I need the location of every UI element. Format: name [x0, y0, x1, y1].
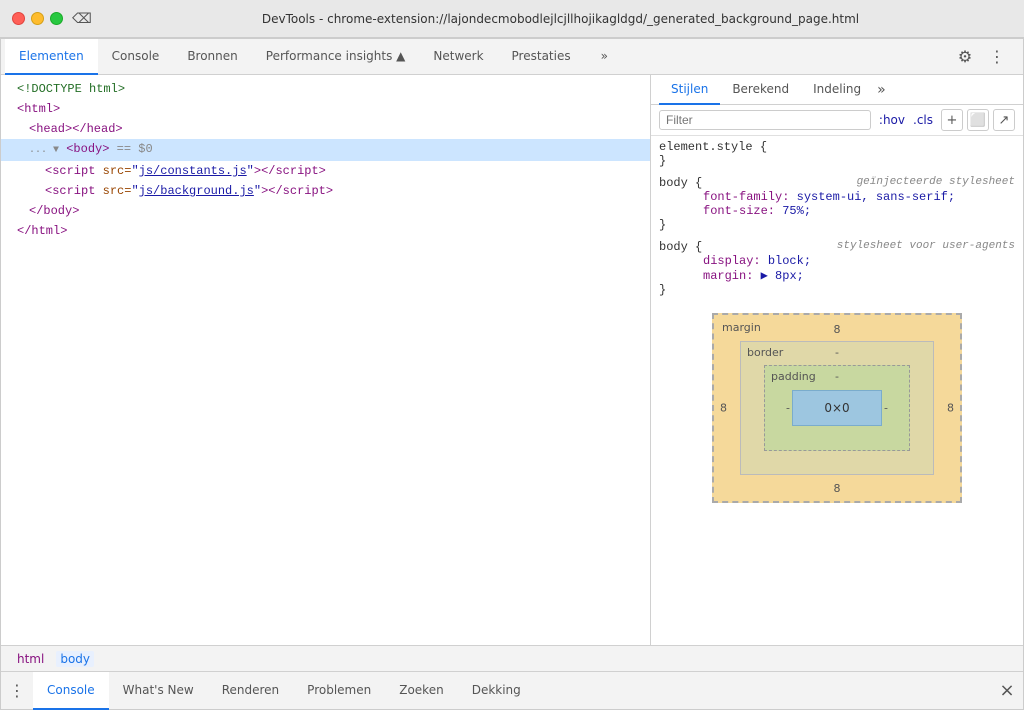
- top-tab-bar: Elementen Console Bronnen Performance in…: [1, 39, 1023, 75]
- bottom-menu-icon[interactable]: ⋮: [1, 672, 33, 710]
- margin-bottom-value: 8: [834, 482, 841, 495]
- css-property: margin:: [687, 269, 753, 283]
- hov-pseudo-button[interactable]: :hov: [879, 113, 905, 127]
- window-title: DevTools - chrome-extension://lajondecmo…: [109, 12, 1012, 26]
- bottom-panel: ⋮ Console What's New Renderen Problemen …: [1, 671, 1023, 709]
- css-selector: body {: [659, 240, 702, 254]
- dom-line: <script src="js/constants.js"></script>: [1, 161, 650, 181]
- tab-elementen[interactable]: Elementen: [5, 39, 98, 75]
- breadcrumb-body[interactable]: body: [56, 651, 94, 667]
- tab-console-bottom[interactable]: Console: [33, 672, 109, 710]
- tab-whats-new[interactable]: What's New: [109, 672, 208, 710]
- dom-line: <!DOCTYPE html>: [1, 79, 650, 99]
- tab-netwerk[interactable]: Netwerk: [419, 39, 497, 75]
- css-block-body-injected: body { geïnjecteerde stylesheet font-fam…: [659, 176, 1015, 232]
- traffic-lights: [12, 12, 63, 25]
- css-property: font-size:: [687, 204, 775, 218]
- tab-prestaties[interactable]: Prestaties: [498, 39, 585, 75]
- css-block-body-useragent: body { stylesheet voor user-agents displ…: [659, 240, 1015, 297]
- new-rule-icon[interactable]: ⬜: [967, 109, 989, 131]
- css-value: ▶ 8px;: [761, 269, 804, 283]
- css-value: block;: [768, 254, 811, 268]
- minimize-button[interactable]: [31, 12, 44, 25]
- back-icon[interactable]: ⌫: [71, 8, 93, 30]
- tab-problemen[interactable]: Problemen: [293, 672, 385, 710]
- dom-panel: <!DOCTYPE html> <html> <head></head> ...…: [1, 75, 651, 645]
- left-dash: -: [786, 402, 790, 415]
- margin-label: margin: [722, 321, 761, 334]
- tab-bronnen[interactable]: Bronnen: [173, 39, 251, 75]
- tab-performance[interactable]: Performance insights ▲: [252, 39, 420, 75]
- css-source: stylesheet voor user-agents: [837, 240, 1015, 252]
- tab-indeling[interactable]: Indeling: [801, 75, 873, 105]
- css-block-element-style: element.style { }: [659, 140, 1015, 168]
- close-button[interactable]: [12, 12, 25, 25]
- breadcrumb-html[interactable]: html: [13, 651, 48, 667]
- dom-line: <script src="js/background.js"></script>: [1, 181, 650, 201]
- css-value: system-ui, sans-serif;: [797, 190, 955, 204]
- tab-renderen[interactable]: Renderen: [208, 672, 293, 710]
- padding-val: -: [835, 370, 839, 383]
- margin-top-value: 8: [834, 323, 841, 336]
- margin-right-value: 8: [947, 402, 954, 415]
- border-label: border: [747, 346, 783, 359]
- css-value: 75%;: [782, 204, 811, 218]
- box-model-diagram: margin 8 8 8 8 border -: [712, 313, 962, 503]
- right-dash: -: [884, 402, 888, 415]
- more-options-icon[interactable]: ⋮: [983, 43, 1011, 71]
- css-property: display:: [687, 254, 761, 268]
- dom-body-line[interactable]: ... ▼ <body> == $0: [1, 139, 650, 161]
- tab-console[interactable]: Console: [98, 39, 174, 75]
- styles-content: element.style { } body { geïnjecteerde s…: [651, 136, 1023, 645]
- titlebar: ⌫ DevTools - chrome-extension://lajondec…: [0, 0, 1024, 38]
- styles-filter-bar: :hov .cls + ⬜ ↗: [651, 105, 1023, 136]
- css-selector: element.style {: [659, 140, 767, 154]
- style-tabs-more-icon[interactable]: »: [877, 82, 886, 98]
- add-style-icon[interactable]: +: [941, 109, 963, 131]
- tab-berekend[interactable]: Berekend: [720, 75, 801, 105]
- close-bottom-panel-icon[interactable]: ×: [991, 672, 1023, 710]
- dom-line: <head></head>: [1, 119, 650, 139]
- tabs-more-button[interactable]: »: [587, 39, 622, 75]
- css-selector: body {: [659, 176, 702, 190]
- css-property: font-family:: [687, 190, 789, 204]
- tab-stijlen[interactable]: Stijlen: [659, 75, 720, 105]
- styles-tab-bar: Stijlen Berekend Indeling »: [651, 75, 1023, 105]
- dom-line: <html>: [1, 99, 650, 119]
- margin-left-value: 8: [720, 402, 727, 415]
- tab-zoeken[interactable]: Zoeken: [385, 672, 457, 710]
- expand-arrow-icon: ... ▼: [29, 145, 59, 156]
- content-box: 0×0: [792, 390, 882, 426]
- content-dimensions: 0×0: [824, 401, 849, 415]
- devtools-window: Elementen Console Bronnen Performance in…: [0, 38, 1024, 710]
- box-model-container: margin 8 8 8 8 border -: [659, 305, 1015, 511]
- tab-dekking[interactable]: Dekking: [458, 672, 535, 710]
- padding-label: padding: [771, 370, 816, 383]
- dom-line: </html>: [1, 221, 650, 241]
- dom-line: </body>: [1, 201, 650, 221]
- settings-icon[interactable]: ⚙: [951, 43, 979, 71]
- maximize-button[interactable]: [50, 12, 63, 25]
- styles-filter-input[interactable]: [659, 110, 871, 130]
- js-background-link[interactable]: js/background.js: [139, 184, 254, 198]
- element-state-icon[interactable]: ↗: [993, 109, 1015, 131]
- main-area: <!DOCTYPE html> <html> <head></head> ...…: [1, 75, 1023, 645]
- css-source: geïnjecteerde stylesheet: [857, 176, 1015, 188]
- styles-panel: Stijlen Berekend Indeling » :hov .cls + …: [651, 75, 1023, 645]
- border-val: -: [835, 346, 839, 359]
- js-constants-link[interactable]: js/constants.js: [139, 164, 247, 178]
- breadcrumb-bar: html body: [1, 645, 1023, 671]
- cls-button[interactable]: .cls: [913, 113, 933, 127]
